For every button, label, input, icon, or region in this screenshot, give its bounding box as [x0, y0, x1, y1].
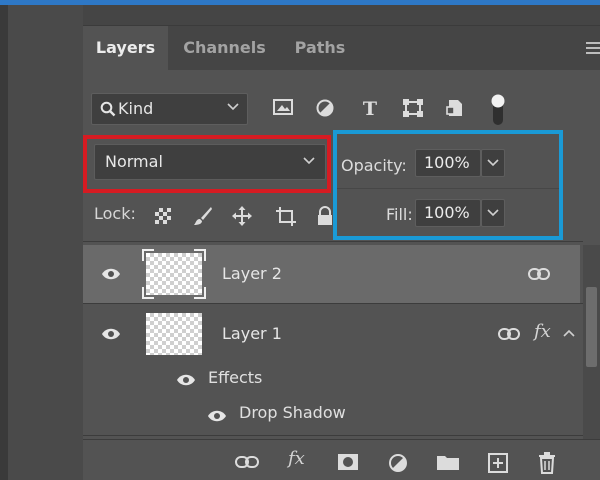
link-icon [528, 268, 550, 280]
collapse-effects-icon[interactable] [563, 329, 575, 337]
new-adjustment-layer-icon[interactable] [388, 453, 408, 473]
add-mask-icon[interactable] [337, 453, 359, 471]
divider [83, 435, 583, 436]
tab-paths[interactable]: Paths [281, 26, 359, 70]
effects-label[interactable]: Effects [208, 368, 262, 387]
delete-layer-icon[interactable] [538, 452, 556, 474]
lock-position-icon[interactable] [232, 206, 252, 226]
image-filter-icon[interactable] [272, 98, 294, 116]
filter-kind-select[interactable]: Kind [91, 93, 248, 125]
fx-icon[interactable]: fx [534, 321, 551, 342]
smart-object-filter-icon[interactable] [445, 98, 465, 118]
svg-text:T: T [363, 98, 377, 118]
lock-image-pixels-icon[interactable] [193, 206, 213, 226]
layer-row-layer-1[interactable]: Layer 1 fx [83, 305, 580, 363]
layer-thumbnail[interactable] [146, 253, 202, 295]
divider [83, 303, 583, 304]
tab-layers[interactable]: Layers [83, 26, 168, 70]
new-group-icon[interactable] [436, 453, 460, 471]
shape-filter-icon[interactable] [402, 98, 424, 118]
layers-panel: Layers Channels Paths Kind T Normal Opac… [83, 5, 600, 480]
add-layer-style-icon[interactable]: fx [288, 448, 305, 469]
link-layers-icon[interactable] [235, 455, 259, 469]
lock-label: Lock: [94, 204, 136, 223]
lock-transparent-pixels-icon[interactable] [153, 206, 173, 226]
layer-row-layer-2[interactable]: Layer 2 [83, 245, 580, 303]
layer-name[interactable]: Layer 2 [222, 264, 282, 283]
scrollbar-thumb[interactable] [586, 287, 597, 367]
blend-mode-highlight [83, 135, 331, 193]
effects-visibility-eye-icon[interactable] [176, 373, 196, 387]
drop-shadow-effect[interactable]: Drop Shadow [239, 403, 346, 422]
layer-name[interactable]: Layer 1 [222, 324, 282, 343]
visibility-eye-icon[interactable] [101, 327, 121, 341]
panel-tabs: Layers Channels Paths [83, 26, 600, 70]
lock-artboard-icon[interactable] [275, 206, 297, 226]
adjustment-filter-icon[interactable] [315, 98, 335, 118]
tab-channels[interactable]: Channels [173, 26, 276, 70]
visibility-eye-icon[interactable] [101, 267, 121, 281]
type-filter-icon[interactable]: T [360, 98, 380, 118]
filter-kind-label: Kind [118, 99, 154, 118]
link-icon [498, 328, 520, 340]
panel-menu-icon[interactable] [586, 42, 600, 54]
new-layer-icon[interactable] [488, 453, 508, 473]
layer-thumbnail[interactable] [146, 313, 202, 355]
search-icon [100, 101, 116, 117]
chevron-down-icon [227, 103, 239, 111]
divider [83, 241, 583, 242]
filter-toggle-icon[interactable] [490, 93, 506, 127]
opacity-fill-highlight [333, 130, 563, 240]
drop-shadow-visibility-eye-icon[interactable] [207, 409, 227, 423]
lock-all-icon[interactable] [317, 206, 333, 226]
left-edge-bar [0, 5, 8, 480]
panel-top-band [83, 5, 600, 25]
